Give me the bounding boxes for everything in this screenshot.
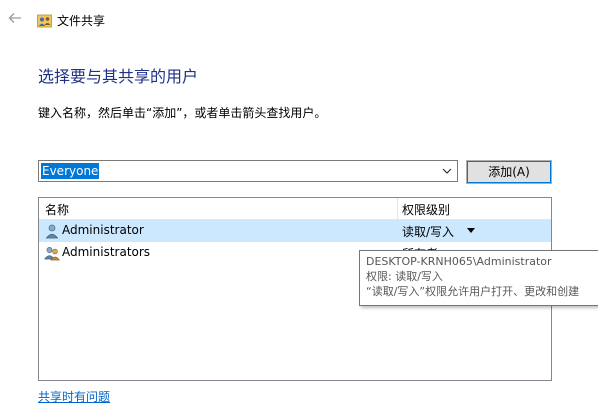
- file-sharing-icon: [37, 14, 52, 28]
- add-button[interactable]: 添加(A): [466, 160, 552, 184]
- back-arrow-icon[interactable]: [8, 11, 22, 25]
- window-title: 文件共享: [57, 14, 106, 28]
- permission-dropdown[interactable]: 读取/写入: [402, 223, 454, 240]
- column-divider[interactable]: [397, 198, 398, 219]
- instruction-text: 键入名称，然后单击“添加”，或者单击箭头查找用户。: [38, 106, 327, 120]
- list-header: 名称 权限级别: [39, 198, 551, 220]
- tooltip-account: DESKTOP-KRNH065\Administrator: [366, 255, 552, 268]
- row-name: Administrator: [62, 223, 144, 237]
- page-heading: 选择要与其共享的用户: [38, 67, 199, 86]
- sharing-help-link[interactable]: 共享时有问题: [38, 388, 110, 405]
- user-group-icon: [44, 247, 60, 261]
- column-header-permission[interactable]: 权限级别: [402, 201, 450, 218]
- user-icon: [45, 224, 59, 239]
- column-header-name[interactable]: 名称: [45, 201, 69, 218]
- chevron-down-icon[interactable]: [441, 166, 453, 176]
- user-name-combobox[interactable]: Everyone: [38, 160, 458, 182]
- user-name-input[interactable]: Everyone: [41, 163, 100, 179]
- title-bar: 文件共享: [0, 0, 598, 38]
- tooltip-description: “读取/写入”权限允许用户打开、更改和创建: [366, 285, 580, 298]
- row-name: Administrators: [62, 245, 151, 259]
- list-row-administrator[interactable]: Administrator 读取/写入: [39, 220, 551, 242]
- dropdown-arrow-icon[interactable]: [467, 228, 475, 233]
- tooltip-permission: 权限: 读取/写入: [366, 270, 443, 283]
- user-tooltip: DESKTOP-KRNH065\Administrator 权限: 读取/写入 …: [359, 250, 598, 306]
